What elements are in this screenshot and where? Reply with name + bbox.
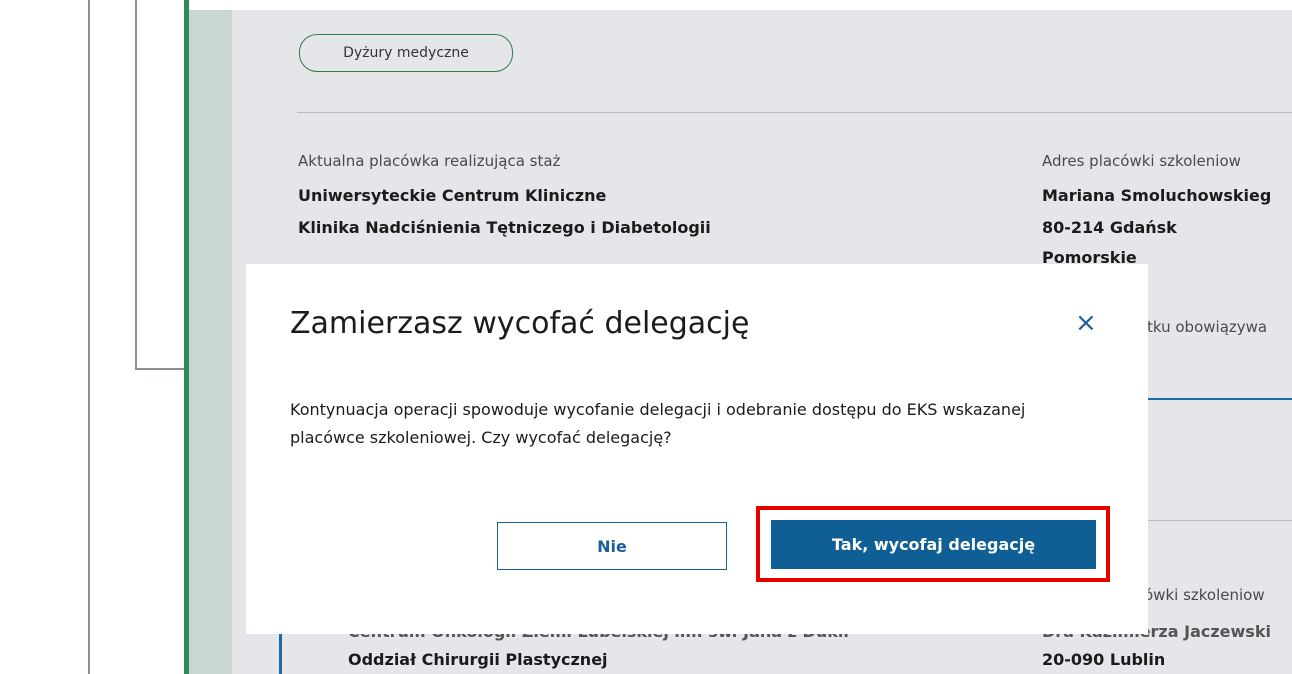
timeline-strip — [189, 0, 232, 674]
modal-message: Kontynuacja operacji spowoduje wycofanie… — [290, 400, 1026, 447]
active-section-line — [1147, 398, 1292, 400]
current-facility-name: Uniwersyteckie Centrum Kliniczne — [298, 186, 607, 205]
facility-address-city: 80-214 Gdańsk — [1042, 218, 1177, 237]
current-facility-label: Aktualna placówka realizująca staż — [298, 152, 561, 170]
second-address-city: 20-090 Lublin — [1042, 650, 1166, 669]
second-facility-department: Oddział Chirurgii Plastycznej — [348, 650, 608, 669]
medical-duty-tag-label: Dyżury medyczne — [343, 45, 469, 61]
facility-address-label: Adres placówki szkoleniow — [1042, 152, 1241, 170]
section-divider — [297, 112, 1292, 113]
validity-start-label: tku obowiązywa — [1147, 318, 1268, 336]
cancel-button[interactable]: Nie — [497, 522, 727, 570]
tree-line-inner — [135, 0, 137, 370]
withdraw-delegation-modal: Zamierzasz wycofać delegację × Kontynuac… — [246, 264, 1148, 634]
tree-line-outer — [88, 0, 90, 674]
cancel-button-label: Nie — [597, 536, 627, 556]
section-divider-2 — [1147, 520, 1292, 521]
modal-title: Zamierzasz wycofać delegację — [290, 306, 750, 341]
confirm-withdraw-button-label: Tak, wycofaj delegację — [831, 535, 1036, 554]
second-address-label: ówki szkoleniow — [1144, 586, 1265, 604]
medical-duty-tag[interactable]: Dyżury medyczne — [299, 34, 513, 72]
top-white-band — [189, 0, 1292, 10]
confirm-withdraw-button[interactable]: Tak, wycofaj delegację — [771, 520, 1096, 569]
close-icon[interactable]: × — [1075, 310, 1097, 336]
tree-connector — [135, 368, 185, 370]
facility-address-street: Mariana Smoluchowskieg — [1042, 186, 1272, 205]
current-facility-department: Klinika Nadciśnienia Tętniczego i Diabet… — [298, 218, 711, 237]
